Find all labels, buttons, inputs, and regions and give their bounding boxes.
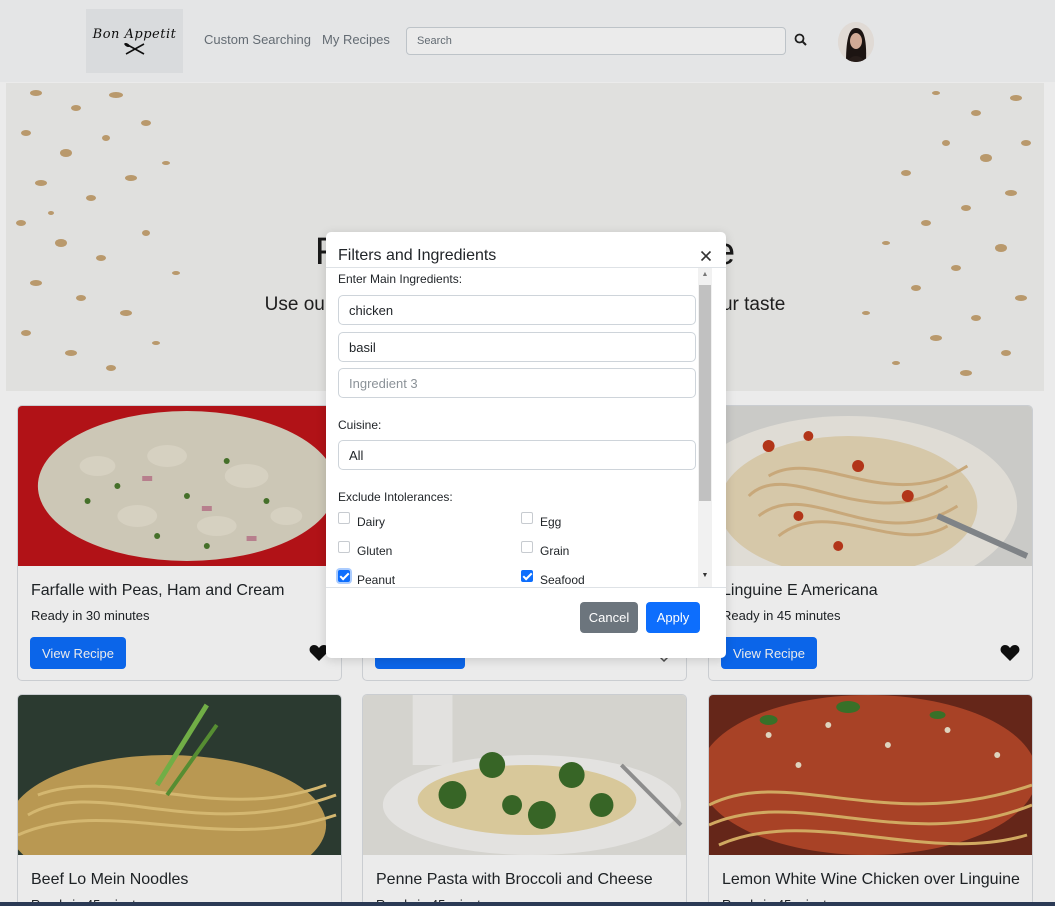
window-bottom-edge xyxy=(0,902,1055,906)
modal-title: Filters and Ingredients xyxy=(338,247,497,264)
dairy-checkbox[interactable] xyxy=(338,512,350,524)
cancel-button[interactable]: Cancel xyxy=(580,602,638,633)
dairy-label: Dairy xyxy=(357,515,386,529)
apply-button[interactable]: Apply xyxy=(646,602,700,633)
peanut-label: Peanut xyxy=(357,573,396,587)
cuisine-label: Cuisine: xyxy=(338,418,382,432)
egg-label: Egg xyxy=(540,515,562,529)
intolerances-label: Exclude Intolerances: xyxy=(338,490,453,504)
close-icon[interactable] xyxy=(698,248,714,264)
grain-checkbox[interactable] xyxy=(521,541,533,553)
gluten-checkbox[interactable] xyxy=(338,541,350,553)
egg-checkbox[interactable] xyxy=(521,512,533,524)
filters-modal: Filters and Ingredients Enter Main Ingre… xyxy=(326,232,726,658)
scroll-down-arrow-icon[interactable]: ▼ xyxy=(698,572,712,584)
scrollbar-thumb[interactable] xyxy=(699,285,711,501)
ingredients-label: Enter Main Ingredients: xyxy=(338,272,463,286)
seafood-checkbox[interactable] xyxy=(521,570,533,582)
ingredient-2-input[interactable] xyxy=(338,332,696,362)
cuisine-select[interactable]: All xyxy=(338,440,696,470)
seafood-label: Seafood xyxy=(540,573,585,587)
scroll-up-arrow-icon[interactable]: ▲ xyxy=(698,271,712,283)
ingredient-3-input[interactable] xyxy=(338,368,696,398)
grain-label: Grain xyxy=(540,544,570,558)
peanut-checkbox[interactable] xyxy=(338,570,350,582)
modal-body: Enter Main Ingredients: Cuisine: All Exc… xyxy=(326,267,726,588)
gluten-label: Gluten xyxy=(357,544,393,558)
ingredient-1-input[interactable] xyxy=(338,295,696,325)
